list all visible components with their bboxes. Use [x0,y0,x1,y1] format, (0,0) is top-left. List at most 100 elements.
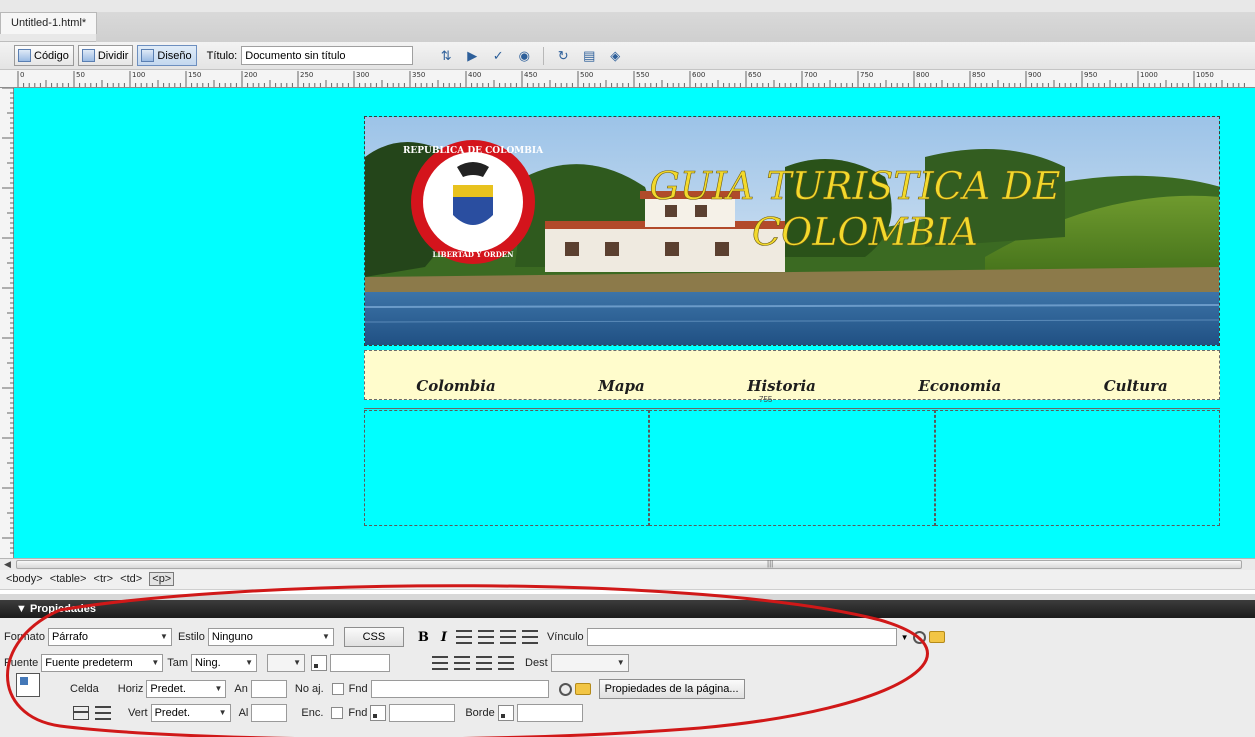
browse-folder-icon[interactable] [574,683,591,695]
design-view-button[interactable]: Diseño [137,45,197,66]
vert-label: Vert [128,707,148,719]
split-cell-icon[interactable] [95,706,111,720]
format-select[interactable]: Párrafo ▼ [47,628,172,646]
nav-item-colombia[interactable]: Colombia [416,377,495,395]
css-button[interactable]: CSS [343,627,404,647]
nav-item-historia[interactable]: Historia [747,377,816,395]
cell-height-input[interactable] [251,704,288,722]
bold-button[interactable]: B [418,630,429,645]
scrollbar-thumb[interactable] [16,560,1242,569]
vert-align-select[interactable]: Predet. ▼ [150,704,231,722]
code-view-label: Código [34,49,69,62]
border-color-input[interactable] [516,704,583,722]
target-select[interactable]: ▼ [550,654,629,672]
properties-row-2: Fuente Fuente predeterm ▼ Tam Ning. ▼ ▼ De… [4,652,629,674]
table-cell-left[interactable] [364,410,650,526]
banner-title-line1: GUIA TURISTICA DE [649,164,1060,208]
table-cell-middle[interactable] [649,410,935,526]
size-select[interactable]: Ning. ▼ [191,654,258,672]
ruler-mark-label: 50 [76,71,85,79]
font-value: Fuente predeterm [45,657,133,669]
border-color-swatch[interactable] [497,705,514,721]
code-view-button[interactable]: Código [14,45,74,66]
layout-table[interactable]: REPUBLICA DE COLOMBIA LIBERTAD Y ORDEN G… [364,116,1220,528]
ruler-mark-label: 100 [132,71,146,79]
italic-button[interactable]: I [441,630,447,645]
nowrap-checkbox[interactable] [331,683,344,695]
ruler-mark-label: 0 [20,71,25,79]
font-select[interactable]: Fuente predeterm ▼ [41,654,164,672]
refresh-icon[interactable]: ↻ [552,46,574,66]
vert-value: Predet. [154,707,191,719]
tag-table[interactable]: <table> [50,573,87,585]
align-left-icon[interactable] [455,630,472,644]
nav-item-economia[interactable]: Economia [918,377,1001,395]
table-width-indicator[interactable]: 755 [364,395,1220,409]
style-select[interactable]: Ninguno ▼ [207,628,334,646]
document-tab[interactable]: Untitled-1.html* [0,12,98,34]
point-to-file-icon[interactable] [558,682,572,696]
ordered-list-icon[interactable] [454,656,471,670]
vertical-ruler-ticks [2,87,14,554]
debug-icon[interactable]: ✓ [487,46,509,66]
ruler-mark-label: 750 [860,71,874,79]
tag-body[interactable]: <body> [6,573,43,585]
scroll-left-arrow-icon[interactable]: ◀ [4,559,11,570]
horizontal-scrollbar[interactable]: ◀ ||| [0,558,1255,570]
point-to-file-icon[interactable] [912,630,926,644]
split-view-button[interactable]: Dividir [77,45,134,66]
bg-color-swatch[interactable] [370,705,387,721]
navigation-bar: Colombia Mapa Historia Economia Cultura [364,350,1220,400]
size-unit-select[interactable]: ▼ [267,654,306,672]
header-banner-image[interactable]: REPUBLICA DE COLOMBIA LIBERTAD Y ORDEN G… [364,116,1220,346]
document-title-input[interactable] [241,46,414,65]
nav-item-cultura[interactable]: Cultura [1104,377,1168,395]
horz-value: Predet. [150,683,186,695]
globe-icon[interactable]: ◉ [513,46,535,66]
border-label: Borde [465,707,495,719]
text-color-input[interactable] [330,654,391,672]
link-input[interactable] [586,628,897,646]
document-toolbar: Código Dividir Diseño Título: ⇅ ▶ ✓ ◉ ↻ … [0,42,1255,70]
table-cell-right[interactable] [934,410,1220,526]
vertical-ruler [0,87,14,558]
chevron-down-icon: ▼ [214,684,223,693]
tag-p[interactable]: <p> [149,572,175,586]
outdent-icon[interactable] [476,656,493,670]
link-dropdown-icon[interactable]: ▼ [901,633,909,642]
align-justify-icon[interactable] [521,630,538,644]
bg-color-input[interactable] [389,704,456,722]
document-tab-bar: Untitled-1.html* [0,0,1255,42]
properties-panel-header[interactable]: ▼ Propiedades [0,600,1255,618]
cell-width-input[interactable] [250,680,287,698]
seal-bottom-text: LIBERTAD Y ORDEN [432,250,514,259]
preview-browser-icon[interactable]: ▶ [461,46,483,66]
style-value: Ninguno [211,631,253,643]
text-color-swatch[interactable] [311,655,328,671]
header-checkbox[interactable] [331,707,344,719]
nowrap-label: No aj. [294,683,324,695]
scrollbar-grip-icon: ||| [767,559,774,568]
properties-row-3: Celda Horiz Predet. ▼ An No aj. Fnd Propi… [70,678,745,700]
properties-row-4: Vert Predet. ▼ Al Enc. Fnd Borde [70,702,583,724]
file-management-icon[interactable]: ⇅ [435,46,457,66]
align-right-icon[interactable] [499,630,516,644]
horz-align-select[interactable]: Predet. ▼ [146,680,227,698]
nav-item-mapa[interactable]: Mapa [598,377,645,395]
align-center-icon[interactable] [477,630,494,644]
browse-folder-icon[interactable] [928,631,945,643]
indent-icon[interactable] [498,656,515,670]
content-row [364,410,1220,526]
ruler-mark-label: 250 [300,71,314,79]
view-options-icon[interactable]: ▤ [578,46,600,66]
visual-aids-icon[interactable]: ◈ [604,46,626,66]
bg-image-input[interactable] [370,680,549,698]
tag-tr[interactable]: <tr> [94,573,114,585]
width-label: An [234,683,248,695]
design-canvas[interactable]: REPUBLICA DE COLOMBIA LIBERTAD Y ORDEN G… [14,88,1255,558]
unordered-list-icon[interactable] [432,656,449,670]
merge-cells-icon[interactable] [73,706,89,720]
page-properties-button[interactable]: Propiedades de la página... [598,679,745,699]
tag-td[interactable]: <td> [120,573,142,585]
properties-row-1: Formato Párrafo ▼ Estilo Ninguno ▼ CSS B I… [4,626,945,648]
